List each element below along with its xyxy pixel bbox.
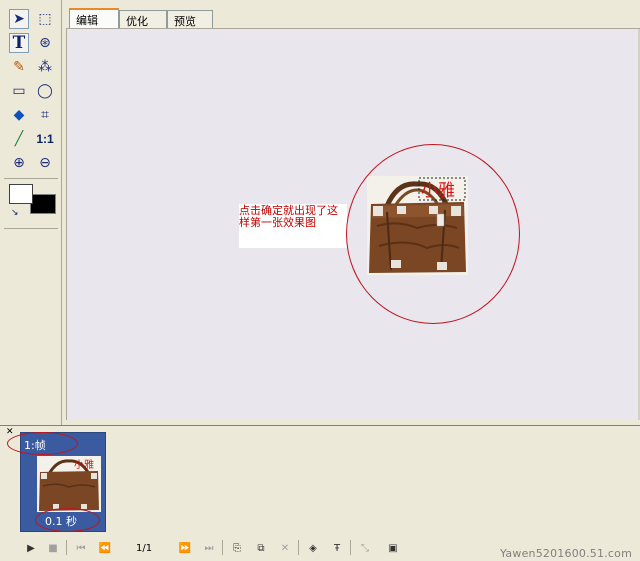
- marquee-select-icon: ⬚: [38, 11, 52, 27]
- duplicate-frame-icon[interactable]: ⧉: [252, 540, 270, 556]
- watermark: Yawen5201600.51.com: [500, 547, 632, 560]
- play-icon[interactable]: ▶: [22, 540, 40, 556]
- previous-frame-icon[interactable]: ⏪: [96, 540, 114, 556]
- pointer-tool[interactable]: ➤: [9, 9, 29, 29]
- reverse-frames-icon[interactable]: ⤡: [356, 540, 374, 556]
- tab-edit[interactable]: 编辑: [69, 8, 119, 29]
- swap-colors-icon[interactable]: ↘: [11, 208, 19, 218]
- frame-counter: 1/1: [136, 543, 153, 554]
- arrow-pointer-icon: ➤: [13, 11, 25, 27]
- slice-select-icon: ⊛: [39, 35, 51, 51]
- control-divider: [222, 540, 223, 555]
- canvas-workspace[interactable]: 点击确定就出现了这样第一张效果图 小雅: [66, 28, 640, 420]
- animation-controls: ▶ ■ ⏮ ⏪ 1/1 ⏩ ⏭ ⎘ ⧉ ✕ ◈ Ŧ ⤡ ▣ Yawen52016…: [0, 537, 640, 561]
- actual-size-icon: 1:1: [36, 132, 54, 146]
- last-frame-icon[interactable]: ⏭: [200, 540, 218, 556]
- actual-size-tool[interactable]: 1:1: [35, 129, 55, 149]
- zoom-out-icon: ⊖: [39, 155, 51, 171]
- next-frame-icon[interactable]: ⏩: [176, 540, 194, 556]
- magic-wand-icon: ⁂: [38, 59, 52, 75]
- lasso-icon: ◯: [37, 83, 53, 99]
- crop-icon: ⌗: [41, 107, 49, 123]
- crop-tool[interactable]: ⌗: [35, 105, 55, 125]
- paintbrush-tool[interactable]: ✎: [9, 57, 29, 77]
- frame-label-highlight: [7, 432, 78, 455]
- marquee-select-tool[interactable]: ⬚: [35, 9, 55, 29]
- frame-delay-highlight: [35, 508, 100, 532]
- zoom-in-tool[interactable]: ⊕: [9, 153, 29, 173]
- tween-icon[interactable]: ⎘: [228, 540, 246, 556]
- frame-properties-icon[interactable]: ▣: [384, 540, 402, 556]
- stop-icon[interactable]: ■: [44, 540, 62, 556]
- delete-frame-icon[interactable]: ✕: [276, 540, 294, 556]
- zoom-out-tool[interactable]: ⊖: [35, 153, 55, 173]
- text-tool[interactable]: T: [9, 33, 29, 53]
- frame-thumbnail: 小雅: [37, 456, 101, 512]
- eraser-icon: ▭: [12, 83, 26, 99]
- tool-divider: [4, 228, 58, 229]
- thumbnail-overlay-text: 小雅: [74, 460, 94, 471]
- eyedropper-icon: ╱: [14, 131, 24, 147]
- view-tabs: 编辑 优化 预览: [64, 0, 640, 29]
- tab-preview[interactable]: 预览: [167, 10, 213, 28]
- eyedropper-tool[interactable]: ╱: [9, 129, 29, 149]
- paint-bucket-icon: ◆: [13, 107, 25, 123]
- zoom-in-icon: ⊕: [13, 155, 25, 171]
- control-divider: [298, 540, 299, 555]
- text-tool-icon: T: [12, 33, 26, 53]
- paint-bucket-tool[interactable]: ◆: [9, 105, 29, 125]
- tool-divider: [4, 178, 58, 179]
- animation-options-icon[interactable]: ◈: [304, 540, 322, 556]
- annotation-text: 点击确定就出现了这样第一张效果图: [239, 204, 347, 248]
- close-icon[interactable]: ✕: [6, 427, 14, 437]
- paintbrush-icon: ✎: [13, 59, 25, 75]
- magic-wand-tool[interactable]: ⁂: [35, 57, 55, 77]
- frames-panel: ✕ 1:帧 小雅 0.1 秒: [0, 425, 640, 537]
- eraser-tool[interactable]: ▭: [9, 81, 29, 101]
- tab-optimize[interactable]: 优化: [119, 10, 167, 28]
- highlight-circle: [346, 144, 520, 324]
- control-divider: [66, 540, 67, 555]
- slice-select-tool[interactable]: ⊛: [35, 33, 55, 53]
- background-color-swatch[interactable]: [30, 194, 56, 214]
- lasso-tool[interactable]: ◯: [35, 81, 55, 101]
- first-frame-icon[interactable]: ⏮: [72, 540, 90, 556]
- tool-palette: ➤ ⬚ T ⊛ ✎ ⁂ ▭ ◯ ◆ ⌗ ╱ 1:1 ⊕ ⊖ ↘: [0, 0, 62, 425]
- foreground-color-swatch[interactable]: [9, 184, 33, 204]
- text-animation-icon[interactable]: Ŧ: [328, 540, 346, 556]
- control-divider: [350, 540, 351, 555]
